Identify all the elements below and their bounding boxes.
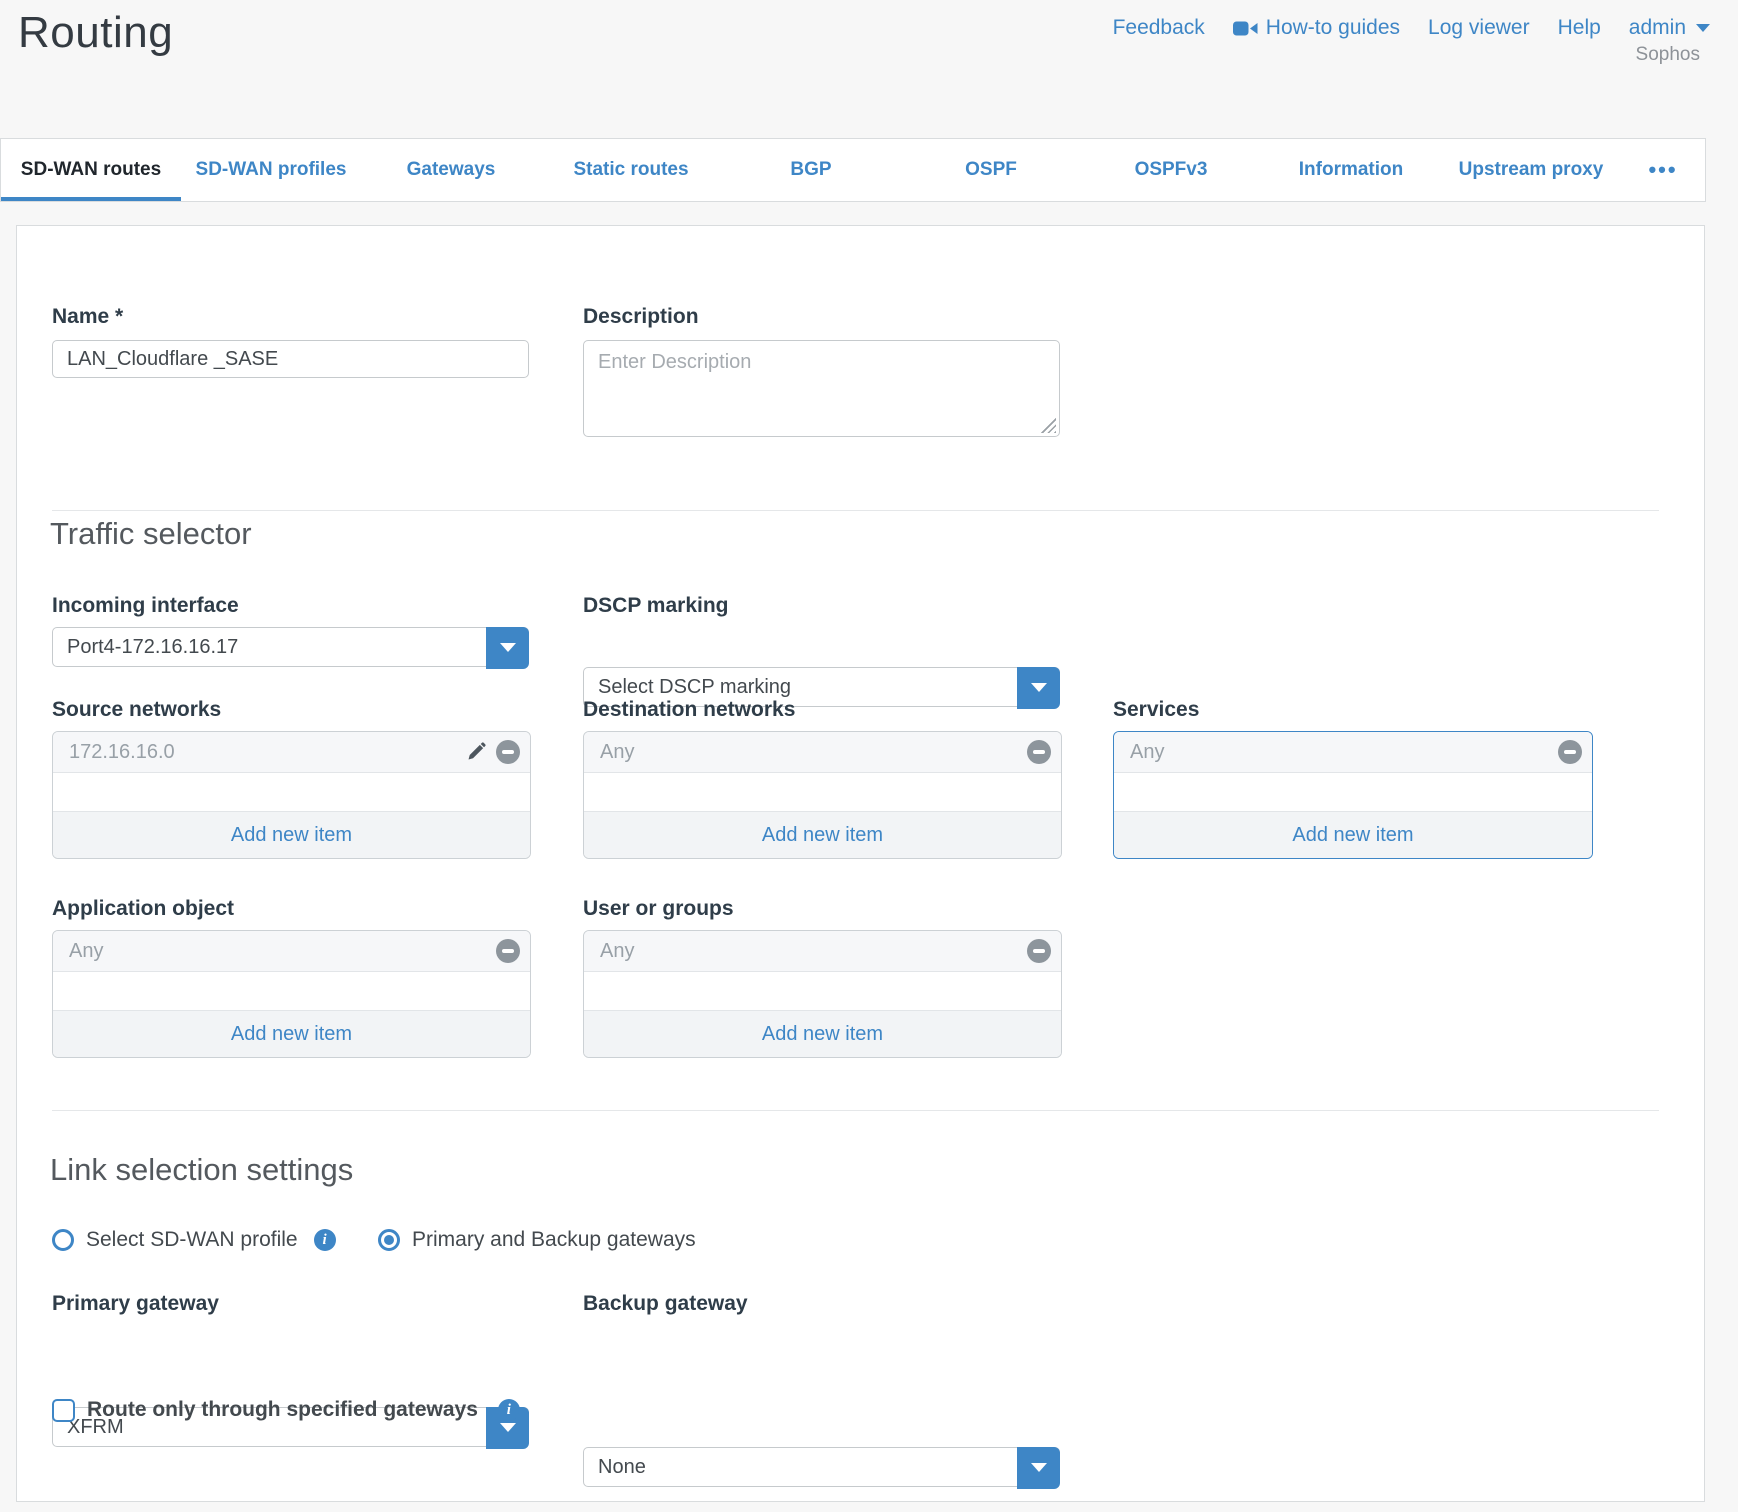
add-new-item-button[interactable]: Add new item [53,1010,530,1057]
listbox-empty-area [53,972,530,1010]
section-divider [52,510,1659,511]
name-label: Name * [52,305,123,329]
tab-sdwan-routes[interactable]: SD-WAN routes [1,139,181,201]
description-label: Description [583,305,699,329]
chevron-down-icon [1696,24,1710,32]
backup-gateway-value: None [584,1456,646,1479]
edit-pencil-icon[interactable] [464,740,488,764]
triangle-down-icon [1031,683,1047,692]
traffic-selector-heading: Traffic selector [50,516,252,552]
tab-gateways[interactable]: Gateways [361,139,541,201]
select-sdwan-profile-radio[interactable] [52,1229,74,1251]
application-object-listbox: Any Add new item [52,930,531,1058]
primary-backup-gateways-radio[interactable] [378,1229,400,1251]
dropdown-arrow-button[interactable] [1017,667,1060,709]
remove-item-icon[interactable] [496,939,520,963]
tab-information[interactable]: Information [1261,139,1441,201]
list-item: Any [53,931,530,972]
link-selection-heading: Link selection settings [50,1152,353,1188]
brand-label: Sophos [1636,44,1700,66]
description-textarea[interactable] [583,340,1060,437]
dscp-marking-value: Select DSCP marking [584,676,791,699]
destination-networks-listbox: Any Add new item [583,731,1062,859]
user-or-groups-listbox: Any Add new item [583,930,1062,1058]
tab-bar: SD-WAN routes SD-WAN profiles Gateways S… [0,138,1706,202]
remove-item-icon[interactable] [1027,939,1051,963]
list-item-value: Any [69,940,496,963]
more-tabs-button[interactable]: ••• [1621,139,1705,201]
sdwan-profile-radio-row: Select SD-WAN profile i [52,1228,336,1252]
incoming-interface-select[interactable]: Port4-172.16.16.17 [52,627,529,667]
tab-static-routes[interactable]: Static routes [541,139,721,201]
video-camera-icon [1233,20,1258,37]
page-title: Routing [18,8,173,58]
routing-page: Routing Feedback How-to guides Log viewe… [0,0,1738,1512]
remove-item-icon[interactable] [496,740,520,764]
list-item: Any [584,732,1061,773]
tab-ospf[interactable]: OSPF [901,139,1081,201]
primary-gateway-label: Primary gateway [52,1292,219,1316]
listbox-empty-area [584,972,1061,1010]
primary-backup-radio-row: Primary and Backup gateways [378,1228,696,1252]
info-icon[interactable]: i [498,1399,520,1421]
source-networks-listbox: 172.16.16.0 Add new item [52,731,531,859]
dropdown-arrow-button[interactable] [486,627,529,669]
list-item: Any [1114,732,1592,773]
add-new-item-button[interactable]: Add new item [1114,811,1592,858]
listbox-empty-area [53,773,530,811]
user-or-groups-label: User or groups [583,897,734,921]
destination-networks-label: Destination networks [583,698,795,722]
tab-bgp[interactable]: BGP [721,139,901,201]
dscp-marking-label: DSCP marking [583,594,729,618]
list-item-value: Any [600,940,1027,963]
incoming-interface-label: Incoming interface [52,594,239,618]
listbox-empty-area [584,773,1061,811]
list-item: 172.16.16.0 [53,732,530,773]
name-input[interactable] [52,340,529,378]
route-only-label: Route only through specified gateways [87,1398,478,1422]
dropdown-arrow-button[interactable] [1017,1447,1060,1489]
backup-gateway-label: Backup gateway [583,1292,748,1316]
listbox-empty-area [1114,773,1592,811]
add-new-item-button[interactable]: Add new item [584,811,1061,858]
triangle-down-icon [500,643,516,652]
section-divider [52,1110,1659,1111]
admin-label: admin [1629,16,1686,40]
list-item-value: Any [1130,741,1558,764]
howto-guides-link[interactable]: How-to guides [1233,16,1400,40]
select-sdwan-profile-label: Select SD-WAN profile [86,1228,298,1252]
services-label: Services [1113,698,1199,722]
add-new-item-button[interactable]: Add new item [53,811,530,858]
info-icon[interactable]: i [314,1229,336,1251]
application-object-label: Application object [52,897,234,921]
backup-gateway-select[interactable]: None [583,1447,1060,1487]
remove-item-icon[interactable] [1027,740,1051,764]
tab-sdwan-profiles[interactable]: SD-WAN profiles [181,139,361,201]
header-links: Feedback How-to guides Log viewer Help a… [1113,16,1710,40]
route-only-checkbox-row: Route only through specified gateways i [52,1398,520,1422]
services-listbox: Any Add new item [1113,731,1593,859]
tab-upstream-proxy[interactable]: Upstream proxy [1441,139,1621,201]
route-only-checkbox[interactable] [52,1399,75,1422]
list-item-value: 172.16.16.0 [69,741,464,764]
help-link[interactable]: Help [1558,16,1601,40]
list-item: Any [584,931,1061,972]
tab-ospfv3[interactable]: OSPFv3 [1081,139,1261,201]
triangle-down-icon [500,1423,516,1432]
triangle-down-icon [1031,1463,1047,1472]
incoming-interface-value: Port4-172.16.16.17 [53,636,238,659]
feedback-link[interactable]: Feedback [1113,16,1205,40]
list-item-value: Any [600,741,1027,764]
log-viewer-link[interactable]: Log viewer [1428,16,1530,40]
admin-menu[interactable]: admin [1629,16,1710,40]
source-networks-label: Source networks [52,698,221,722]
primary-backup-gateways-label: Primary and Backup gateways [412,1228,696,1252]
howto-guides-label: How-to guides [1266,16,1400,40]
remove-item-icon[interactable] [1558,740,1582,764]
add-new-item-button[interactable]: Add new item [584,1010,1061,1057]
